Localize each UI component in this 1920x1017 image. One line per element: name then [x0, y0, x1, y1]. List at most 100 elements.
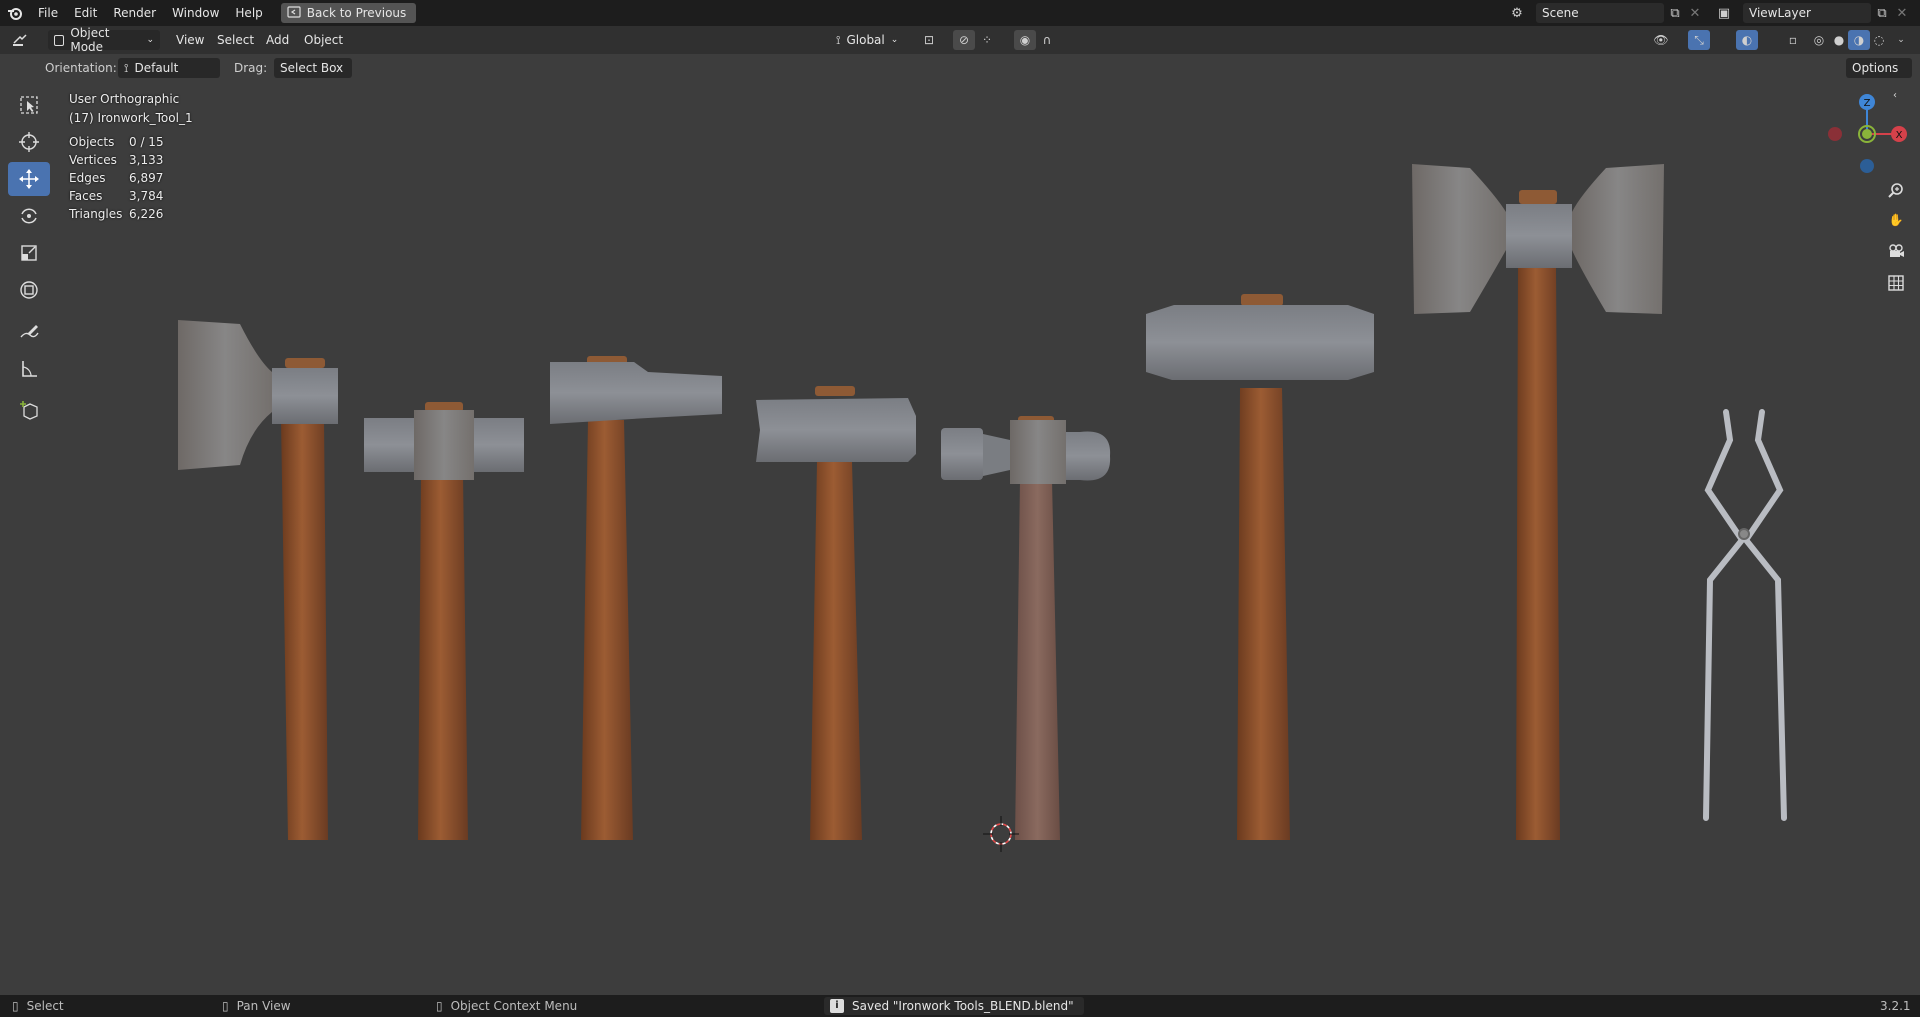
snap-target-icon[interactable]: ⁘	[976, 30, 998, 50]
menu-window[interactable]: Window	[164, 0, 227, 26]
overlays-toggle-icon[interactable]: ◐	[1736, 30, 1758, 50]
viewport-header: Object Mode ⌄ View Select Add Object ⟟ G…	[0, 26, 1920, 54]
tool-double-axe[interactable]	[1412, 164, 1664, 840]
tool-ball-peen-hammer[interactable]	[941, 416, 1111, 840]
rotate-tool-icon[interactable]	[8, 199, 50, 233]
chevron-down-icon: ⌄	[890, 35, 899, 45]
stat-label: Vertices	[69, 153, 117, 167]
object-mode-icon	[54, 34, 65, 46]
sidebar-toggle-chevron-icon[interactable]: ‹	[1882, 82, 1908, 108]
status-context-hint: ▯ Object Context Menu	[436, 995, 577, 1017]
stat-row: Faces 3,784	[69, 187, 193, 205]
status-pan-hint: ▯ Pan View	[222, 995, 291, 1017]
stat-value: 0 / 15	[129, 135, 164, 149]
add-cube-tool-icon[interactable]	[8, 394, 50, 428]
scene-browse-icon[interactable]: ⚙	[1506, 3, 1528, 23]
mode-dropdown[interactable]: Object Mode ⌄	[48, 26, 160, 54]
view-name: User Orthographic	[69, 92, 180, 106]
info-icon: i	[830, 999, 844, 1013]
saved-notification[interactable]: i Saved "Ironwork Tools_BLEND.blend"	[824, 997, 1084, 1015]
cursor-tool-icon[interactable]	[8, 125, 50, 159]
transform-orientation-dropdown[interactable]: ⟟ Global ⌄	[830, 30, 912, 50]
scene-name-field[interactable]: Scene	[1536, 3, 1664, 23]
proportional-edit-icon[interactable]: ◉	[1014, 30, 1036, 50]
orientation-icon: ⟟	[124, 60, 129, 75]
tool-broad-axe[interactable]	[178, 320, 338, 840]
options-dropdown[interactable]: Options	[1846, 58, 1912, 78]
tool-large-sledge[interactable]	[1146, 294, 1374, 840]
stat-row: Edges 6,897	[69, 169, 193, 187]
gizmo-z-label: Z	[1864, 98, 1871, 109]
select-box-tool-icon[interactable]	[8, 88, 50, 122]
back-to-previous-button[interactable]: Back to Previous	[280, 3, 417, 23]
tool-tongs[interactable]	[1703, 409, 1787, 821]
menu-file[interactable]: File	[30, 0, 66, 26]
falloff-icon[interactable]: ∩	[1036, 30, 1058, 50]
status-select-hint: ▯ Select	[12, 995, 64, 1017]
annotate-tool-icon[interactable]	[8, 315, 50, 349]
pivot-point-icon[interactable]: ⊡	[918, 30, 940, 50]
stat-row: Objects 0 / 15	[69, 133, 193, 151]
snap-toggle-icon[interactable]: ⊘	[953, 30, 975, 50]
viewport-info-overlay: User Orthographic (17) Ironwork_Tool_1 O…	[69, 90, 193, 223]
back-icon	[287, 5, 301, 21]
visibility-icon[interactable]: 👁	[1650, 30, 1672, 50]
status-select-label: Select	[26, 999, 64, 1013]
solid-shading-icon[interactable]: ●	[1828, 30, 1850, 50]
scene-render	[178, 164, 1787, 852]
drag-dropdown[interactable]: Select Box	[274, 58, 352, 78]
orientation-icon: ⟟	[836, 32, 841, 47]
blender-logo-icon[interactable]	[0, 0, 30, 26]
orientation-dropdown[interactable]: ⟟ Default	[118, 58, 220, 78]
xray-toggle-icon[interactable]: ▫	[1782, 30, 1804, 50]
shading-options-chevron-icon[interactable]: ⌄	[1890, 30, 1912, 50]
tool-sledge-hammer[interactable]	[364, 402, 524, 840]
menu-render[interactable]: Render	[105, 0, 164, 26]
view-menu[interactable]: View	[176, 30, 204, 50]
saved-message: Saved "Ironwork Tools_BLEND.blend"	[852, 999, 1074, 1013]
ortho-grid-icon[interactable]	[1883, 270, 1909, 296]
transform-tool-icon[interactable]	[8, 273, 50, 307]
back-button-label: Back to Previous	[306, 6, 407, 20]
remove-scene-icon[interactable]: ✕	[1684, 3, 1706, 23]
move-tool-icon[interactable]	[8, 162, 50, 196]
orientation-value: Default	[134, 61, 179, 75]
status-pan-label: Pan View	[236, 999, 291, 1013]
rendered-shading-icon[interactable]: ◌	[1868, 30, 1890, 50]
scene-name: Scene	[1542, 6, 1579, 20]
tool-shelf	[8, 88, 50, 431]
menu-help[interactable]: Help	[227, 0, 270, 26]
stat-value: 3,784	[129, 189, 164, 203]
mouse-right-icon: ▯	[436, 999, 443, 1013]
scale-tool-icon[interactable]	[8, 236, 50, 270]
add-menu[interactable]: Add	[266, 30, 289, 50]
stat-row: Vertices 3,133	[69, 151, 193, 169]
new-viewlayer-icon[interactable]: ⧉	[1871, 3, 1893, 23]
gizmo-toggle-icon[interactable]: ⤡	[1688, 30, 1710, 50]
pan-hand-icon[interactable]: ✋	[1883, 207, 1909, 233]
viewlayer-browse-icon[interactable]: ▣	[1713, 3, 1735, 23]
mouse-middle-icon: ▯	[222, 999, 229, 1013]
wireframe-shading-icon[interactable]: ◎	[1808, 30, 1830, 50]
tool-straight-hammer[interactable]	[756, 386, 916, 840]
measure-tool-icon[interactable]	[8, 352, 50, 386]
mouse-left-icon: ▯	[12, 999, 19, 1013]
material-shading-icon[interactable]: ◑	[1848, 30, 1870, 50]
object-menu[interactable]: Object	[304, 30, 343, 50]
camera-view-icon[interactable]	[1883, 238, 1909, 264]
zoom-icon[interactable]	[1883, 177, 1909, 203]
stat-value: 6,897	[129, 171, 164, 185]
stat-label: Triangles	[69, 207, 123, 221]
editor-type-icon[interactable]	[10, 30, 32, 50]
scene-statistics: Objects 0 / 15 Vertices 3,133 Edges 6,897 F…	[69, 133, 193, 223]
stat-value: 3,133	[129, 153, 164, 167]
new-scene-icon[interactable]: ⧉	[1664, 3, 1686, 23]
select-menu[interactable]: Select	[217, 30, 254, 50]
3d-viewport[interactable]: Z X ‹	[0, 82, 1920, 995]
options-label: Options	[1852, 61, 1899, 75]
remove-viewlayer-icon[interactable]: ✕	[1891, 3, 1913, 23]
menu-edit[interactable]: Edit	[66, 0, 105, 26]
status-context-label: Object Context Menu	[450, 999, 578, 1013]
viewlayer-name-field[interactable]: ViewLayer	[1743, 3, 1871, 23]
tool-cross-peen-hammer[interactable]	[550, 356, 722, 840]
